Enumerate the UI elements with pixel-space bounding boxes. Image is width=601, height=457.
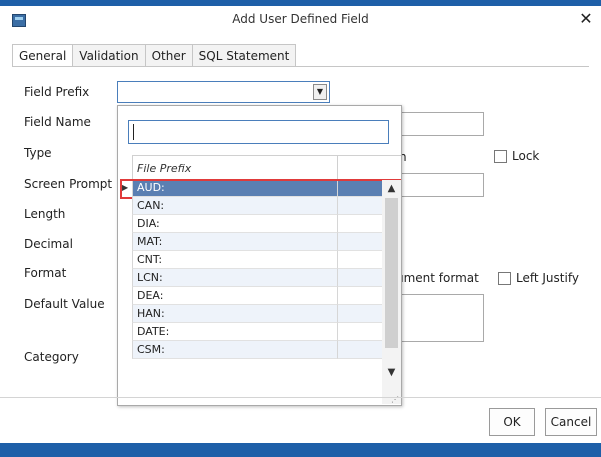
tab-general[interactable]: General — [12, 44, 73, 67]
scroll-thumb[interactable] — [385, 198, 398, 348]
dropdown-scrollbar[interactable]: ▲ ▼ — [382, 180, 401, 404]
list-item-label: DEA: — [132, 287, 337, 305]
list-item[interactable]: MAT: — [118, 233, 401, 251]
title-bar: Add User Defined Field ✕ — [0, 6, 601, 32]
cancel-button[interactable]: Cancel — [545, 408, 597, 436]
field-prefix-combobox[interactable]: ▼ — [117, 81, 330, 103]
tab-validation[interactable]: Validation — [72, 44, 145, 67]
file-prefix-grid: File Prefix ▶ AUD: CAN: DIA: MAT: CNT: L… — [118, 155, 401, 405]
list-item-label: DIA: — [132, 215, 337, 233]
grid-rows: ▶ AUD: CAN: DIA: MAT: CNT: LCN: DEA: HAN… — [118, 179, 401, 359]
field-name-label: Field Name — [24, 115, 91, 129]
field-name-input[interactable] — [396, 112, 484, 136]
length-label: Length — [24, 207, 66, 221]
format-fragment: ument format — [396, 271, 479, 285]
list-item-label: DATE: — [132, 323, 337, 341]
format-label: Format — [24, 266, 67, 280]
screen-prompt-label: Screen Prompt — [24, 177, 113, 191]
default-value-label: Default Value — [24, 297, 105, 311]
text-cursor — [133, 124, 134, 140]
list-item[interactable]: DIA: — [118, 215, 401, 233]
list-item-label: HAN: — [132, 305, 337, 323]
window-bottom-border — [0, 443, 601, 457]
tab-other[interactable]: Other — [144, 44, 192, 67]
close-button[interactable]: ✕ — [577, 10, 595, 28]
lock-checkbox[interactable] — [494, 150, 507, 163]
list-item[interactable]: HAN: — [118, 305, 401, 323]
list-item-label: MAT: — [132, 233, 337, 251]
column-header-blank — [337, 155, 401, 179]
type-label: Type — [24, 146, 52, 160]
category-label: Category — [24, 350, 79, 364]
scroll-up-icon[interactable]: ▲ — [382, 182, 401, 196]
chevron-down-icon[interactable]: ▼ — [313, 84, 327, 100]
window-title: Add User Defined Field — [232, 12, 369, 26]
list-item[interactable]: CNT: — [118, 251, 401, 269]
lock-label: Lock — [512, 149, 540, 163]
list-item-label: CAN: — [132, 197, 337, 215]
field-prefix-label: Field Prefix — [24, 85, 90, 99]
file-prefix-column-header[interactable]: File Prefix — [132, 155, 337, 179]
list-item[interactable]: CSM: — [118, 341, 401, 359]
decimal-label: Decimal — [24, 237, 73, 251]
list-item-label: CSM: — [132, 341, 337, 359]
left-justify-label: Left Justify — [516, 271, 579, 285]
ok-button[interactable]: OK — [489, 408, 535, 436]
list-item-label: CNT: — [132, 251, 337, 269]
default-value-input[interactable] — [396, 294, 484, 342]
tab-strip: General Validation Other SQL Statement — [12, 44, 297, 67]
list-item[interactable]: ▶ AUD: — [118, 179, 401, 199]
selection-highlight-box — [120, 179, 401, 199]
tab-panel-border — [12, 66, 589, 67]
tab-sql-statement[interactable]: SQL Statement — [191, 44, 297, 67]
screen-prompt-input[interactable] — [396, 173, 484, 197]
field-prefix-dropdown: File Prefix ▶ AUD: CAN: DIA: MAT: CNT: L… — [117, 105, 402, 406]
footer-divider — [0, 397, 601, 398]
scroll-down-icon[interactable]: ▼ — [382, 366, 401, 380]
list-item[interactable]: DATE: — [118, 323, 401, 341]
dropdown-search-input[interactable] — [128, 120, 389, 144]
list-item-label: LCN: — [132, 269, 337, 287]
list-item[interactable]: DEA: — [118, 287, 401, 305]
list-item[interactable]: CAN: — [118, 197, 401, 215]
left-justify-checkbox[interactable] — [498, 272, 511, 285]
list-item[interactable]: LCN: — [118, 269, 401, 287]
